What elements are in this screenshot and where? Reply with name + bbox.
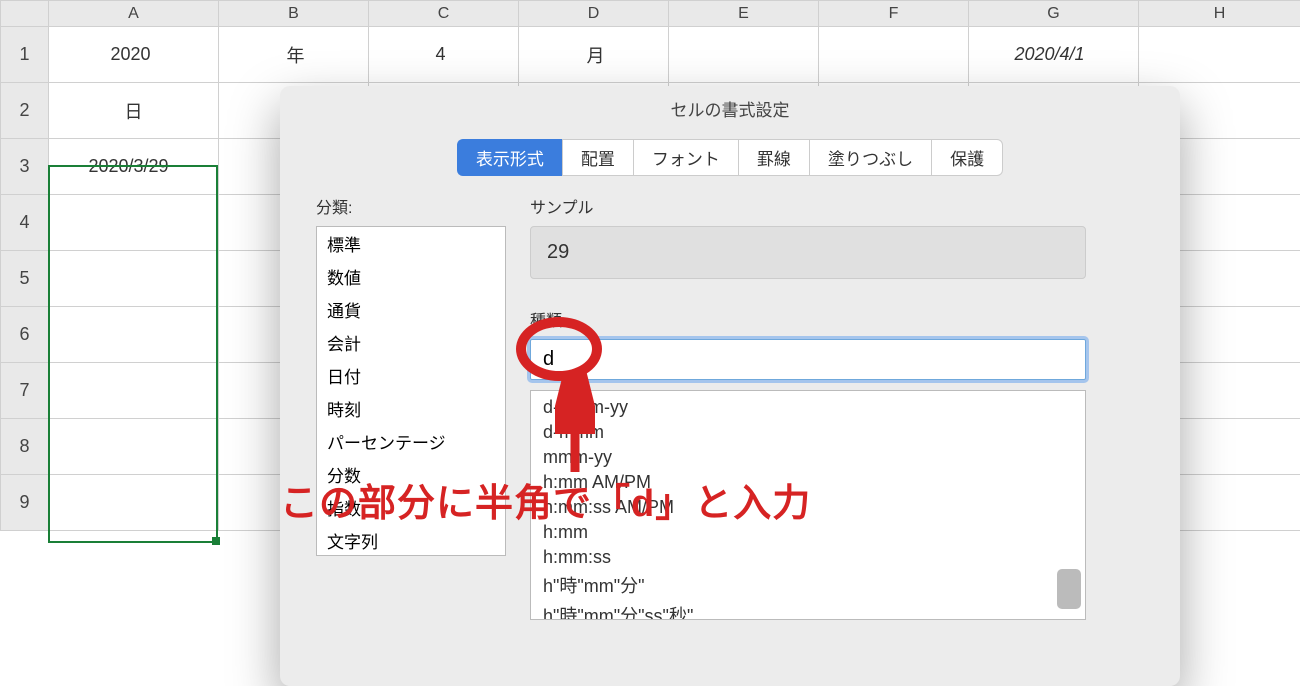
category-list[interactable]: 標準 数値 通貨 会計 日付 時刻 パーセンテージ 分数 指数 文字列 その他 … — [316, 226, 506, 556]
col-header[interactable]: B — [219, 1, 369, 27]
cell-A7[interactable] — [49, 363, 219, 419]
type-input[interactable] — [530, 339, 1086, 380]
cell[interactable] — [49, 475, 219, 531]
cell-A3[interactable]: 2020/3/29 — [49, 139, 219, 195]
cell-A1[interactable]: 2020 — [49, 27, 219, 83]
scrollbar-thumb[interactable] — [1057, 569, 1081, 609]
category-label: 分類: — [316, 194, 506, 218]
category-item[interactable]: 時刻 — [317, 392, 505, 425]
category-item[interactable]: 日付 — [317, 359, 505, 392]
row-header[interactable]: 4 — [1, 195, 49, 251]
tab-border[interactable]: 罫線 — [738, 139, 809, 176]
cell-E1[interactable] — [669, 27, 819, 83]
type-option[interactable]: h:mm — [531, 520, 1085, 545]
cell-A2[interactable]: 日 — [49, 83, 219, 139]
row-header[interactable]: 6 — [1, 307, 49, 363]
category-item[interactable]: 指数 — [317, 491, 505, 524]
cell-C1[interactable]: 4 — [369, 27, 519, 83]
row-header[interactable]: 2 — [1, 83, 49, 139]
tab-protection[interactable]: 保護 — [931, 139, 1003, 176]
dialog-title: セルの書式設定 — [280, 86, 1180, 139]
type-option[interactable]: h:mm:ss — [531, 545, 1085, 570]
col-header[interactable]: D — [519, 1, 669, 27]
cell-A8[interactable] — [49, 419, 219, 475]
sample-value: 29 — [530, 226, 1086, 279]
type-option[interactable]: d-mmm-yy — [531, 395, 1085, 420]
col-header[interactable]: A — [49, 1, 219, 27]
type-option[interactable]: mmm-yy — [531, 445, 1085, 470]
tab-alignment[interactable]: 配置 — [562, 139, 633, 176]
row-header[interactable]: 5 — [1, 251, 49, 307]
category-item[interactable]: パーセンテージ — [317, 425, 505, 458]
row-header[interactable]: 3 — [1, 139, 49, 195]
col-header[interactable]: E — [669, 1, 819, 27]
category-item[interactable]: 文字列 — [317, 524, 505, 556]
tab-fill[interactable]: 塗りつぶし — [809, 139, 931, 176]
row-header[interactable]: 7 — [1, 363, 49, 419]
row-header[interactable]: 8 — [1, 419, 49, 475]
category-item[interactable]: 標準 — [317, 227, 505, 260]
cell-H1[interactable] — [1139, 27, 1300, 83]
row-header[interactable]: 9 — [1, 475, 49, 531]
type-option[interactable]: d-mmm — [531, 420, 1085, 445]
tab-font[interactable]: フォント — [633, 139, 738, 176]
cell-A6[interactable] — [49, 307, 219, 363]
category-item[interactable]: 数値 — [317, 260, 505, 293]
cell-A4[interactable] — [49, 195, 219, 251]
type-option[interactable]: h"時"mm"分" — [531, 570, 1085, 600]
type-option[interactable]: h"時"mm"分"ss"秒" — [531, 600, 1085, 620]
tab-number-format[interactable]: 表示形式 — [457, 139, 562, 176]
category-item[interactable]: 分数 — [317, 458, 505, 491]
category-item[interactable]: 通貨 — [317, 293, 505, 326]
category-item[interactable]: 会計 — [317, 326, 505, 359]
cell-D1[interactable]: 月 — [519, 27, 669, 83]
format-cells-dialog: セルの書式設定 表示形式 配置 フォント 罫線 塗りつぶし 保護 分類: 標準 … — [280, 86, 1180, 686]
col-header[interactable]: C — [369, 1, 519, 27]
type-label: 種類: — [530, 307, 1144, 331]
corner[interactable] — [1, 1, 49, 27]
type-option[interactable]: h:mm AM/PM — [531, 470, 1085, 495]
cell-B1[interactable]: 年 — [219, 27, 369, 83]
sample-label: サンプル — [530, 194, 1144, 218]
cell-F1[interactable] — [819, 27, 969, 83]
col-header[interactable]: F — [819, 1, 969, 27]
row-header[interactable]: 1 — [1, 27, 49, 83]
selection-handle[interactable] — [212, 537, 220, 545]
cell-G1[interactable]: 2020/4/1 — [969, 27, 1139, 83]
dialog-tabbar: 表示形式 配置 フォント 罫線 塗りつぶし 保護 — [280, 139, 1180, 176]
col-header[interactable]: G — [969, 1, 1139, 27]
cell-A5[interactable] — [49, 251, 219, 307]
col-header[interactable]: H — [1139, 1, 1300, 27]
type-option[interactable]: h:mm:ss AM/PM — [531, 495, 1085, 520]
type-list[interactable]: d-mmm-yy d-mmm mmm-yy h:mm AM/PM h:mm:ss… — [530, 390, 1086, 620]
